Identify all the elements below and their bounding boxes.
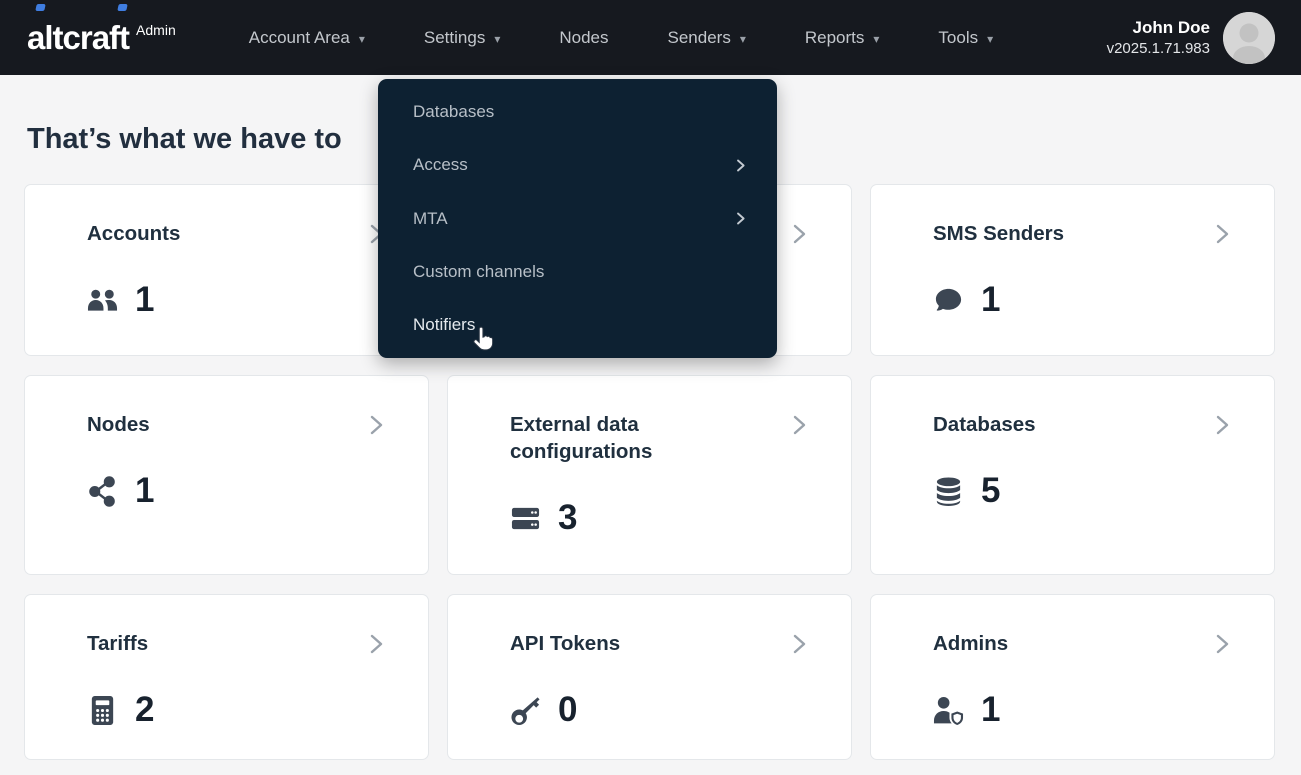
card-title: API Tokens <box>510 630 765 657</box>
key-icon <box>510 695 541 726</box>
menu-item-custom-channels[interactable]: Custom channels <box>378 245 777 298</box>
chevron-right-icon <box>1210 222 1234 246</box>
card-title: Accounts <box>87 220 342 247</box>
menu-item-mta[interactable]: MTA <box>378 192 777 245</box>
nav-item-account-area[interactable]: Account Area ▾ <box>249 28 365 48</box>
nav-item-label: Tools <box>938 28 978 48</box>
chevron-down-icon: ▾ <box>494 31 500 45</box>
chevron-right-icon <box>733 211 748 226</box>
chevron-right-icon <box>364 632 388 656</box>
card-databases[interactable]: Databases 5 <box>870 375 1275 575</box>
nav-item-senders[interactable]: Senders ▾ <box>668 28 746 48</box>
card-count: 1 <box>981 278 1000 322</box>
server-icon <box>510 503 541 534</box>
logo-brand-text: altcraft <box>27 18 129 58</box>
database-icon <box>933 476 964 507</box>
user-name: John Doe <box>1107 17 1210 39</box>
altcraft-logo[interactable]: altcraft Admin <box>27 18 176 58</box>
card-title: Databases <box>933 411 1188 438</box>
card-count: 0 <box>558 688 577 732</box>
chevron-right-icon <box>733 158 748 173</box>
logo-accent-mark <box>35 4 45 11</box>
menu-item-notifiers[interactable]: Notifiers <box>378 299 777 352</box>
comment-icon <box>933 285 964 316</box>
nav-item-tools[interactable]: Tools ▾ <box>938 28 993 48</box>
card-external-data-configurations[interactable]: External data configurations 3 <box>447 375 852 575</box>
chevron-down-icon: ▾ <box>740 31 746 45</box>
logo-accent-mark <box>117 4 127 11</box>
card-count: 1 <box>981 688 1000 732</box>
nav-item-label: Senders <box>668 28 731 48</box>
chevron-down-icon: ▾ <box>987 31 993 45</box>
nav-item-settings[interactable]: Settings ▾ <box>424 28 500 48</box>
chevron-down-icon: ▾ <box>359 31 365 45</box>
card-title: Admins <box>933 630 1188 657</box>
main-navigation: Account Area ▾ Settings ▾ Nodes Senders … <box>249 28 1107 48</box>
card-admins[interactable]: Admins 1 <box>870 594 1275 760</box>
nav-item-nodes[interactable]: Nodes <box>559 28 608 48</box>
nav-item-label: Account Area <box>249 28 350 48</box>
calculator-icon <box>87 695 118 726</box>
menu-item-label: Access <box>413 155 468 175</box>
card-accounts[interactable]: Accounts 1 <box>24 184 429 356</box>
card-api-tokens[interactable]: API Tokens 0 <box>447 594 852 760</box>
menu-item-label: MTA <box>413 209 448 229</box>
avatar-silhouette-icon <box>1223 12 1275 64</box>
top-navbar: altcraft Admin Account Area ▾ Settings ▾… <box>0 0 1301 75</box>
card-title: Nodes <box>87 411 342 438</box>
chevron-down-icon: ▾ <box>873 31 879 45</box>
card-count: 5 <box>981 469 1000 513</box>
menu-item-label: Custom channels <box>413 262 544 282</box>
nav-item-label: Nodes <box>559 28 608 48</box>
chevron-right-icon <box>787 413 811 437</box>
nav-item-label: Reports <box>805 28 865 48</box>
chevron-right-icon <box>364 413 388 437</box>
menu-item-access[interactable]: Access <box>378 138 777 191</box>
chevron-right-icon <box>787 222 811 246</box>
nav-item-reports[interactable]: Reports ▾ <box>805 28 880 48</box>
settings-dropdown-menu: Databases Access MTA Custom channels Not… <box>378 79 777 358</box>
card-title: External data configurations <box>510 411 765 465</box>
menu-item-databases[interactable]: Databases <box>378 85 777 138</box>
card-count: 3 <box>558 496 577 540</box>
card-title: SMS Senders <box>933 220 1188 247</box>
user-block: John Doe v2025.1.71.983 <box>1107 12 1275 64</box>
card-nodes[interactable]: Nodes 1 <box>24 375 429 575</box>
app-version: v2025.1.71.983 <box>1107 39 1210 59</box>
card-tariffs[interactable]: Tariffs 2 <box>24 594 429 760</box>
user-avatar[interactable] <box>1223 12 1275 64</box>
card-count: 1 <box>135 469 154 513</box>
menu-item-label: Databases <box>413 102 494 122</box>
chevron-right-icon <box>1210 632 1234 656</box>
card-count: 1 <box>135 278 154 322</box>
card-sms-senders[interactable]: SMS Senders 1 <box>870 184 1275 356</box>
card-count: 2 <box>135 688 154 732</box>
share-icon <box>87 476 118 507</box>
logo-admin-label: Admin <box>136 22 176 38</box>
user-shield-icon <box>933 695 964 726</box>
chevron-right-icon <box>1210 413 1234 437</box>
chevron-right-icon <box>787 632 811 656</box>
menu-item-label: Notifiers <box>413 315 475 335</box>
nav-item-label: Settings <box>424 28 485 48</box>
users-icon <box>87 285 118 316</box>
card-title: Tariffs <box>87 630 342 657</box>
